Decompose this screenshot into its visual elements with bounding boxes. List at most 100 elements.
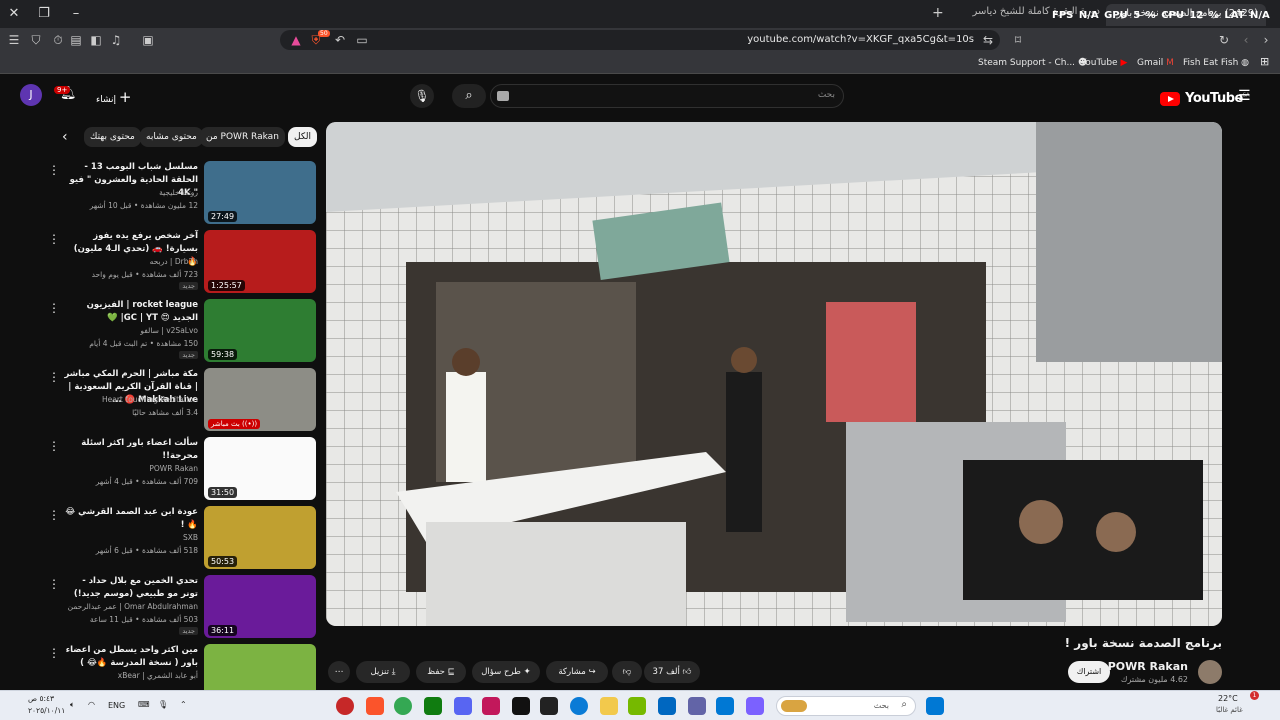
brave-rewards-icon[interactable]: ▲ [288,32,304,48]
chip-all[interactable]: الكل [288,127,318,147]
screenshot-icon[interactable]: ▣ [140,32,156,48]
more-options-icon[interactable]: ⋮ [48,301,60,315]
recommendation-channel[interactable]: v2SaLvo | سالفو [140,326,198,335]
reload-icon[interactable]: ↻ [1216,32,1232,48]
recommendation-item[interactable]: بث مباشر ((•)) مكة مباشر | الحرم المكي مب… [40,368,316,432]
dislike-button[interactable]: 👎︎ [612,661,642,683]
chip-related[interactable]: محتوى بهتك [84,127,141,147]
adobe-icon[interactable] [482,697,500,715]
show-hidden-icons[interactable]: ⌃ [180,700,187,709]
save-button[interactable]: حفظ ⊑ [416,661,466,683]
more-options-icon[interactable]: ⋮ [48,370,60,384]
more-options-icon[interactable]: ⋮ [48,232,60,246]
recommendation-item[interactable]: 36:11 تحدي الخمين مع بلال حداد - تونر مو … [40,575,316,639]
more-actions-icon[interactable]: ⋯ [328,661,350,683]
back-icon[interactable]: ‹ [1238,32,1254,48]
recommendation-item[interactable]: 31:50 سألت اعضاء باور اكثر اسئلة محرجة!! P… [40,437,316,501]
more-options-icon[interactable]: ⋮ [48,646,60,660]
url-text[interactable]: youtube.com/watch?v=XKGF_qxa5Cg&t=10s [747,34,974,45]
keyboard-icon[interactable] [497,91,509,101]
recommendation-item[interactable]: 59:38 rocket league | الفيزيون الجديد 😍 G… [40,299,316,363]
subscribe-button[interactable]: اشتراك [1068,661,1110,683]
sidebar-icon[interactable]: ◧ [88,32,104,48]
windows-start-icon[interactable] [926,697,944,715]
recommendation-thumbnail[interactable]: 31:50 [204,437,316,500]
recommendation-item[interactable]: 1:25:57 آخر شخص يرفع يده يفوز بسيارة! 🚗 (… [40,230,316,294]
copilot-icon[interactable] [746,697,764,715]
recommendation-title[interactable]: سألت اعضاء باور اكثر اسئلة محرجة!! [64,437,198,463]
recommendation-channel[interactable]: أبو عابد الشمري | xBear [118,671,198,680]
voice-search-mic-icon[interactable]: 🎙︎ [410,84,434,108]
nvidia-icon[interactable] [628,697,646,715]
recommendation-channel[interactable]: SXB [183,533,198,542]
store-icon[interactable] [658,697,676,715]
download-button[interactable]: تنزيل ⤓ [356,661,410,683]
chip-from-channel[interactable]: من POWR Rakan [200,127,285,147]
teams-icon[interactable] [688,697,706,715]
shield-icon[interactable]: ⛉ [28,32,44,48]
chrome-icon[interactable] [394,697,412,715]
video-player[interactable] [326,122,1222,626]
more-options-icon[interactable]: ⋮ [48,577,60,591]
chip-scroll-left-icon[interactable]: ‹ [56,127,70,147]
like-button[interactable]: 37 ألف 👍︎ [644,661,700,683]
channel-avatar[interactable] [1198,660,1222,684]
recommendation-channel[interactable]: Heart touching Recitation [102,395,198,404]
create-button[interactable]: إنشاء + [96,88,131,106]
bookmark-icon[interactable]: ⌑ [1010,32,1026,48]
restore-window-icon[interactable]: ❐ [34,4,54,24]
recommendation-thumbnail[interactable]: 59:38 [204,299,316,362]
recommendation-thumbnail[interactable]: 50:53 [204,506,316,569]
minimize-window-icon[interactable]: – [66,4,86,24]
forward-icon[interactable]: › [1258,32,1274,48]
recommendation-channel[interactable]: Drb7h | دربحه [150,257,198,266]
channel-name[interactable]: POWR Rakan [1108,660,1188,673]
capcut-icon[interactable] [540,697,558,715]
recommendation-thumbnail[interactable]: 36:11 [204,575,316,638]
recommendation-title[interactable]: تحدي الخمين مع بلال حداد - تونر مو طبيعي… [64,575,198,601]
discord-icon[interactable] [454,697,472,715]
cast-icon[interactable]: ▭ [354,32,370,48]
xbox-icon[interactable] [424,697,442,715]
account-avatar[interactable]: J [20,84,42,106]
volume-icon[interactable]: 🔈︎ [70,700,75,710]
search-input[interactable]: بحث [490,84,844,108]
keyboard-tray-icon[interactable]: ⌨ [138,700,150,709]
edge-icon[interactable] [570,697,588,715]
recommendation-channel[interactable]: روتانا خليجية [159,188,198,197]
bookmark-fish[interactable]: Fish Eat Fish ◍ [1183,58,1249,68]
music-icon[interactable]: ♫ [108,32,124,48]
recommendation-item[interactable]: 50:53 عودة ابن عبد الصمد القرشي 😂🔥 ! SXB 51… [40,506,316,570]
weather-temp[interactable]: 22°C [1218,694,1238,703]
recommendation-thumbnail[interactable]: 1:25:57 [204,230,316,293]
recommendation-thumbnail[interactable]: 27:49 [204,161,316,224]
recommendation-channel[interactable]: POWR Rakan [149,464,198,473]
taskbar-search[interactable]: بحث ⌕ [776,696,916,716]
more-options-icon[interactable]: ⋮ [48,439,60,453]
recommendation-thumbnail[interactable]: بث مباشر ((•)) [204,368,316,431]
reader-icon[interactable]: ▤ [68,32,84,48]
network-icon[interactable]: ◠ [88,700,95,709]
language-indicator[interactable]: ENG [108,701,125,710]
ask-button[interactable]: طرح سؤال ✦ [472,661,540,683]
undo-icon[interactable]: ↶ [332,32,348,48]
menu-icon[interactable]: ☰ [6,32,22,48]
bookmark-steam[interactable]: Steam Support - Ch... ☻ [978,58,1087,68]
bookmark-gmail[interactable]: Gmail M [1137,58,1174,68]
clock-time[interactable]: ٥:٤٣ ص [28,694,54,703]
file-explorer-icon[interactable] [600,697,618,715]
recommendation-title[interactable]: rocket league | الفيزيون الجديد 😍 GC | Y… [64,299,198,325]
more-options-icon[interactable]: ⋮ [48,163,60,177]
youtube-logo[interactable]: YouTubeSA [1160,88,1250,106]
guide-menu-icon[interactable]: ☰ [1238,88,1252,104]
chip-similar[interactable]: محتوى مشابه [140,127,203,147]
close-window-icon[interactable]: ✕ [4,4,24,24]
bookmark-youtube[interactable]: YouTube ▶ [1081,58,1127,68]
recommendation-title[interactable]: عودة ابن عبد الصمد القرشي 😂🔥 ! [64,506,198,532]
apps-grid-icon[interactable]: ⊞ [1260,55,1269,68]
brave-browser-icon[interactable] [366,697,384,715]
tiktok-icon[interactable] [512,697,530,715]
share-button[interactable]: مشاركة ↪ [546,661,608,683]
link-icon[interactable]: ⇆ [980,32,996,48]
app-recorder-icon[interactable] [336,697,354,715]
